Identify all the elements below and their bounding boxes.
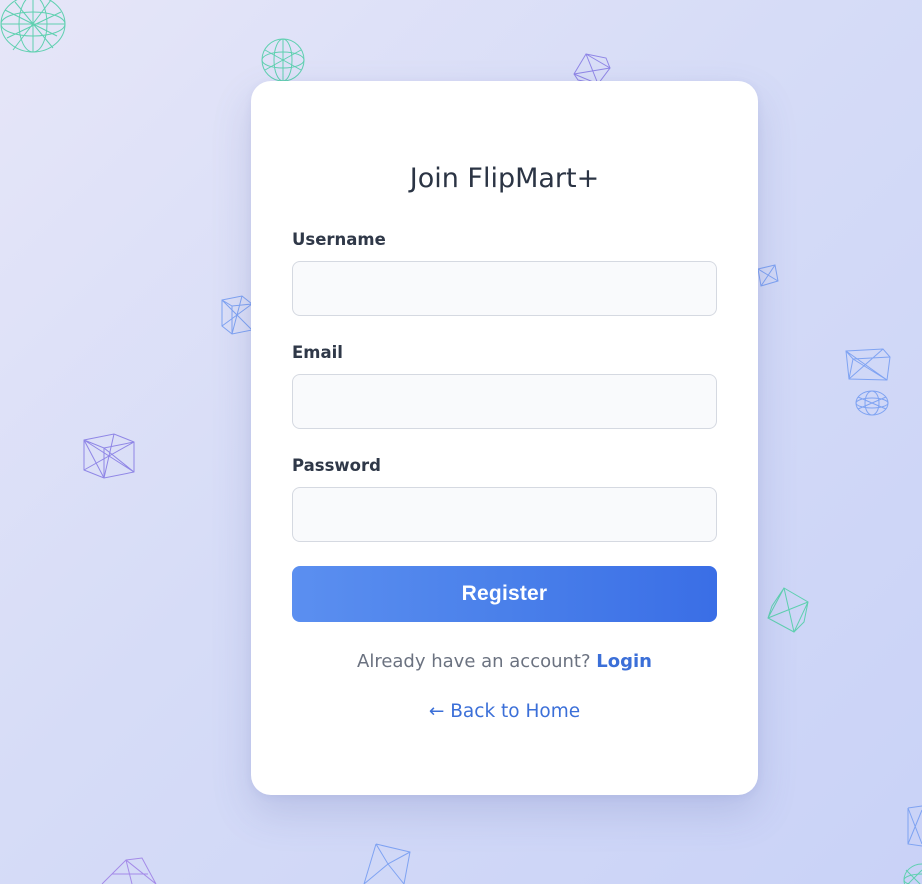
wireframe-cube-icon bbox=[907, 805, 922, 847]
wireframe-cube-icon bbox=[83, 433, 135, 479]
back-to-home-link[interactable]: ← Back to Home bbox=[251, 700, 758, 724]
account-prompt-text: Already have an account? bbox=[357, 651, 591, 672]
password-input[interactable] bbox=[292, 487, 717, 542]
login-link[interactable]: Login bbox=[596, 651, 652, 672]
email-input[interactable] bbox=[292, 374, 717, 429]
wireframe-octahedron-icon bbox=[767, 587, 809, 633]
username-input[interactable] bbox=[292, 261, 717, 316]
wireframe-cube-icon bbox=[757, 264, 779, 287]
username-label: Username bbox=[292, 230, 386, 249]
wireframe-cube-icon bbox=[221, 295, 253, 335]
page-title: Join FlipMart+ bbox=[409, 163, 600, 194]
register-card: Join FlipMart+ Username Email Password R… bbox=[251, 81, 758, 795]
wireframe-sphere-icon bbox=[261, 38, 305, 82]
email-label: Email bbox=[292, 343, 343, 362]
login-prompt: Already have an account? Login bbox=[251, 650, 758, 674]
register-button[interactable]: Register bbox=[292, 566, 717, 622]
wireframe-sphere-icon bbox=[903, 863, 922, 884]
password-label: Password bbox=[292, 456, 381, 475]
wireframe-sphere-icon bbox=[855, 390, 889, 416]
wireframe-sphere-icon bbox=[0, 0, 66, 53]
wireframe-octahedron-icon bbox=[101, 857, 157, 884]
wireframe-cube-icon bbox=[845, 348, 891, 381]
wireframe-cube-icon bbox=[363, 843, 411, 884]
